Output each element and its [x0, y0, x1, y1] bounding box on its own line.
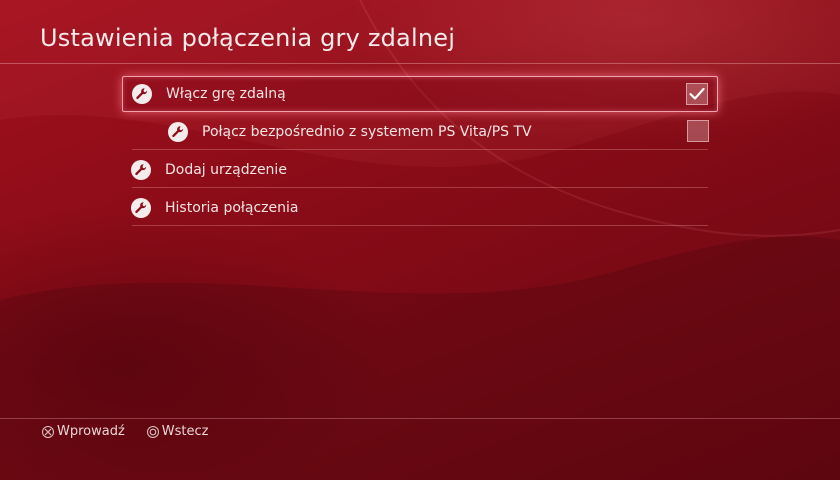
wrench-icon: [131, 160, 151, 180]
back-hint-label: Wstecz: [161, 424, 209, 439]
menu-item-label: Połącz bezpośrednio z systemem PS Vita/P…: [202, 124, 532, 140]
checkmark-icon: [689, 87, 705, 100]
row-divider: [132, 225, 708, 226]
wrench-icon: [131, 198, 151, 218]
confirm-hint[interactable]: Wprowadź: [42, 424, 125, 439]
page-title: Ustawienia połączenia gry zdalnej: [40, 24, 456, 52]
settings-list: Włącz grę zdalną Połącz bezpośrednio z s…: [122, 76, 718, 226]
header-divider: [0, 63, 840, 64]
button-hints: Wprowadź Wstecz: [42, 424, 231, 439]
wrench-icon: [168, 122, 188, 142]
menu-item-connect-directly-ps-vita[interactable]: Połącz bezpośrednio z systemem PS Vita/P…: [122, 114, 718, 150]
footer-divider: [0, 418, 840, 419]
menu-item-connection-history[interactable]: Historia połączenia: [122, 190, 718, 226]
confirm-hint-label: Wprowadź: [57, 424, 125, 439]
menu-item-label: Włącz grę zdalną: [166, 86, 286, 102]
menu-item-enable-remote-play[interactable]: Włącz grę zdalną: [122, 76, 718, 112]
background-wave: [0, 0, 840, 480]
cross-button-icon: [42, 425, 54, 438]
row-divider: [132, 187, 708, 188]
connect-directly-checkbox[interactable]: [687, 120, 709, 142]
menu-item-label: Dodaj urządzenie: [165, 162, 287, 178]
menu-item-label: Historia połączenia: [165, 200, 299, 216]
circle-button-icon: [146, 425, 159, 438]
enable-remote-play-checkbox[interactable]: [686, 83, 708, 105]
back-hint[interactable]: Wstecz: [146, 424, 209, 439]
row-divider: [132, 149, 708, 150]
wrench-icon: [132, 84, 152, 104]
menu-item-add-device[interactable]: Dodaj urządzenie: [122, 152, 718, 188]
